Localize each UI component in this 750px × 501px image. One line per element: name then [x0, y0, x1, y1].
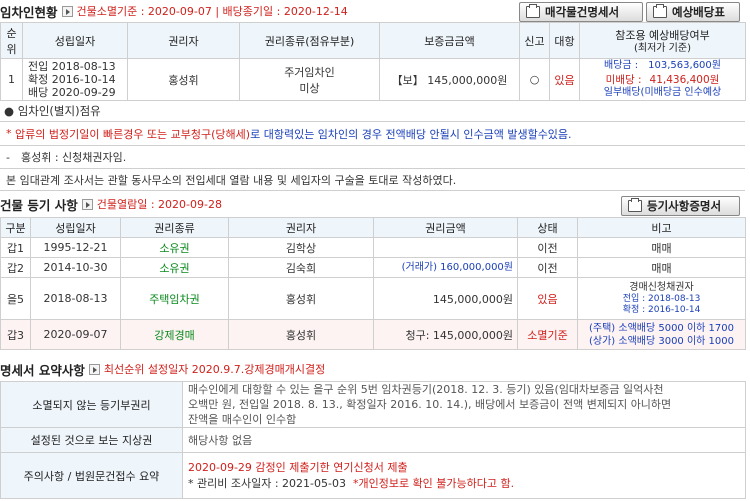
table-row: 갑3 2020-09-07 강제경매 홍성휘 청구: 145,000,000원 …: [0, 319, 746, 350]
col-holder: 권리자: [127, 22, 240, 59]
registry-table: 구분 성립일자 권리종류 권리자 권리금액 상태 비고 갑1 1995-12-2…: [0, 217, 746, 350]
tenant-type: 주거임차인 미상: [239, 58, 380, 101]
table-row: 주의사항 / 법원문건접수 요약 2020-09-29 감정인 제출기한 연기신…: [0, 452, 746, 499]
registry-table-header: 구분 성립일자 권리종류 권리자 권리금액 상태 비고: [0, 217, 746, 238]
col-date: 성립일자: [22, 22, 128, 59]
summary-meta: 최선순위 설정일자 2020.9.7.강제경매개시결정: [103, 363, 326, 376]
arrow-right-icon[interactable]: [88, 363, 100, 375]
tenant-title: 임차인현황: [0, 4, 58, 20]
summary-row1-label: 소멸되지 않는 등기부권리: [0, 381, 183, 428]
table-row: 갑1 1995-12-21 소유권 김학상 이전 매매: [0, 237, 746, 258]
summary-row3-value: 2020-09-29 감정인 제출기한 연기신청서 제출 * 관리비 조사일자 …: [182, 452, 746, 499]
printer-icon: [628, 198, 642, 212]
tenant-meta: 건물소멸기준 : 2020-09-07 | 배당종기일 : 2020-12-14: [76, 5, 348, 18]
col-oppose: 대항: [549, 22, 580, 59]
expected-dividend-button[interactable]: 예상배당표: [646, 2, 740, 22]
table-row: 설정된 것으로 보는 지상권 해당사항 없음: [0, 427, 746, 453]
summary-section-header: 명세서 요약사항 최선순위 설정일자 2020.9.7.강제경매개시결정: [0, 358, 325, 380]
tenant-table: 순위 성립일자 권리자 권리종류(점유부분) 보증금금액 신고 대항 참조용 예…: [0, 22, 746, 101]
tenant-dates: 전입 2018-08-13 확정 2016-10-14 배당 2020-09-29: [22, 58, 128, 101]
summary-title: 명세서 요약사항: [0, 362, 85, 378]
warning-note: * 압류의 법정기일이 빠른경우 또는 교부청구(당해세) 로 대항력있는 임차인…: [0, 122, 745, 146]
occupancy-note: ● 임차인(별지)점유: [0, 101, 745, 122]
tenant-oppose: 있음: [549, 58, 580, 101]
col-deposit: 보증금금액: [379, 22, 520, 59]
printer-icon: [526, 4, 540, 18]
tenant-deposit: 【보】 145,000,000원: [379, 58, 520, 101]
survey-note: 본 임대관계 조사서는 관할 동사무소의 전입세대 열람 내용 및 세입자의 구…: [0, 169, 745, 191]
arrow-right-icon[interactable]: [61, 5, 73, 17]
col-type: 권리종류(점유부분): [239, 22, 380, 59]
summary-row3-label: 주의사항 / 법원문건접수 요약: [0, 452, 183, 499]
registry-title: 건물 등기 사항: [0, 197, 78, 213]
appraisal-statement-button[interactable]: 매각물건명세서: [519, 2, 643, 22]
registry-meta: 건물열람일 : 2020-09-28: [96, 198, 222, 211]
col-order: 순위: [0, 22, 23, 59]
arrow-right-icon[interactable]: [81, 198, 93, 210]
table-row: 갑2 2014-10-30 소유권 김숙희 (거래가) 160,000,000원…: [0, 257, 746, 278]
summary-row1-value: 매수인에게 대항할 수 있는 을구 순위 5번 임차권등기(2018. 12. …: [182, 381, 746, 428]
tenant-table-header: 순위 성립일자 권리자 권리종류(점유부분) 보증금금액 신고 대항 참조용 예…: [0, 22, 746, 59]
tenant-holder: 홍성휘: [127, 58, 240, 101]
table-row: 소멸되지 않는 등기부권리 매수인에게 대항할 수 있는 을구 순위 5번 임차…: [0, 381, 746, 428]
registry-certificate-button[interactable]: 등기사항증명서: [621, 196, 740, 216]
col-ref: 참조용 예상배당여부 (최저가 기준): [579, 22, 746, 59]
summary-row2-value: 해당사항 없음: [182, 427, 746, 453]
table-row: 을5 2018-08-13 주택임차권 홍성휘 145,000,000원 있음 …: [0, 277, 746, 320]
table-row: 1 전입 2018-08-13 확정 2016-10-14 배당 2020-09-2…: [0, 58, 746, 101]
tenant-section-header: 임차인현황 건물소멸기준 : 2020-09-07 | 배당종기일 : 2020…: [0, 0, 348, 22]
col-report: 신고: [519, 22, 550, 59]
applicant-note: - 홍성휘 : 신청채권자임.: [0, 146, 745, 169]
tenant-report: ○: [519, 58, 550, 101]
summary-table: 소멸되지 않는 등기부권리 매수인에게 대항할 수 있는 을구 순위 5번 임차…: [0, 381, 746, 499]
tenant-dividend-ref: 배당금 :103,563,600원 미배당 :41,436,400원 일부배당(…: [579, 58, 746, 101]
registry-section-header: 건물 등기 사항 건물열람일 : 2020-09-28: [0, 193, 222, 215]
printer-icon: [653, 4, 667, 18]
summary-row2-label: 설정된 것으로 보는 지상권: [0, 427, 183, 453]
